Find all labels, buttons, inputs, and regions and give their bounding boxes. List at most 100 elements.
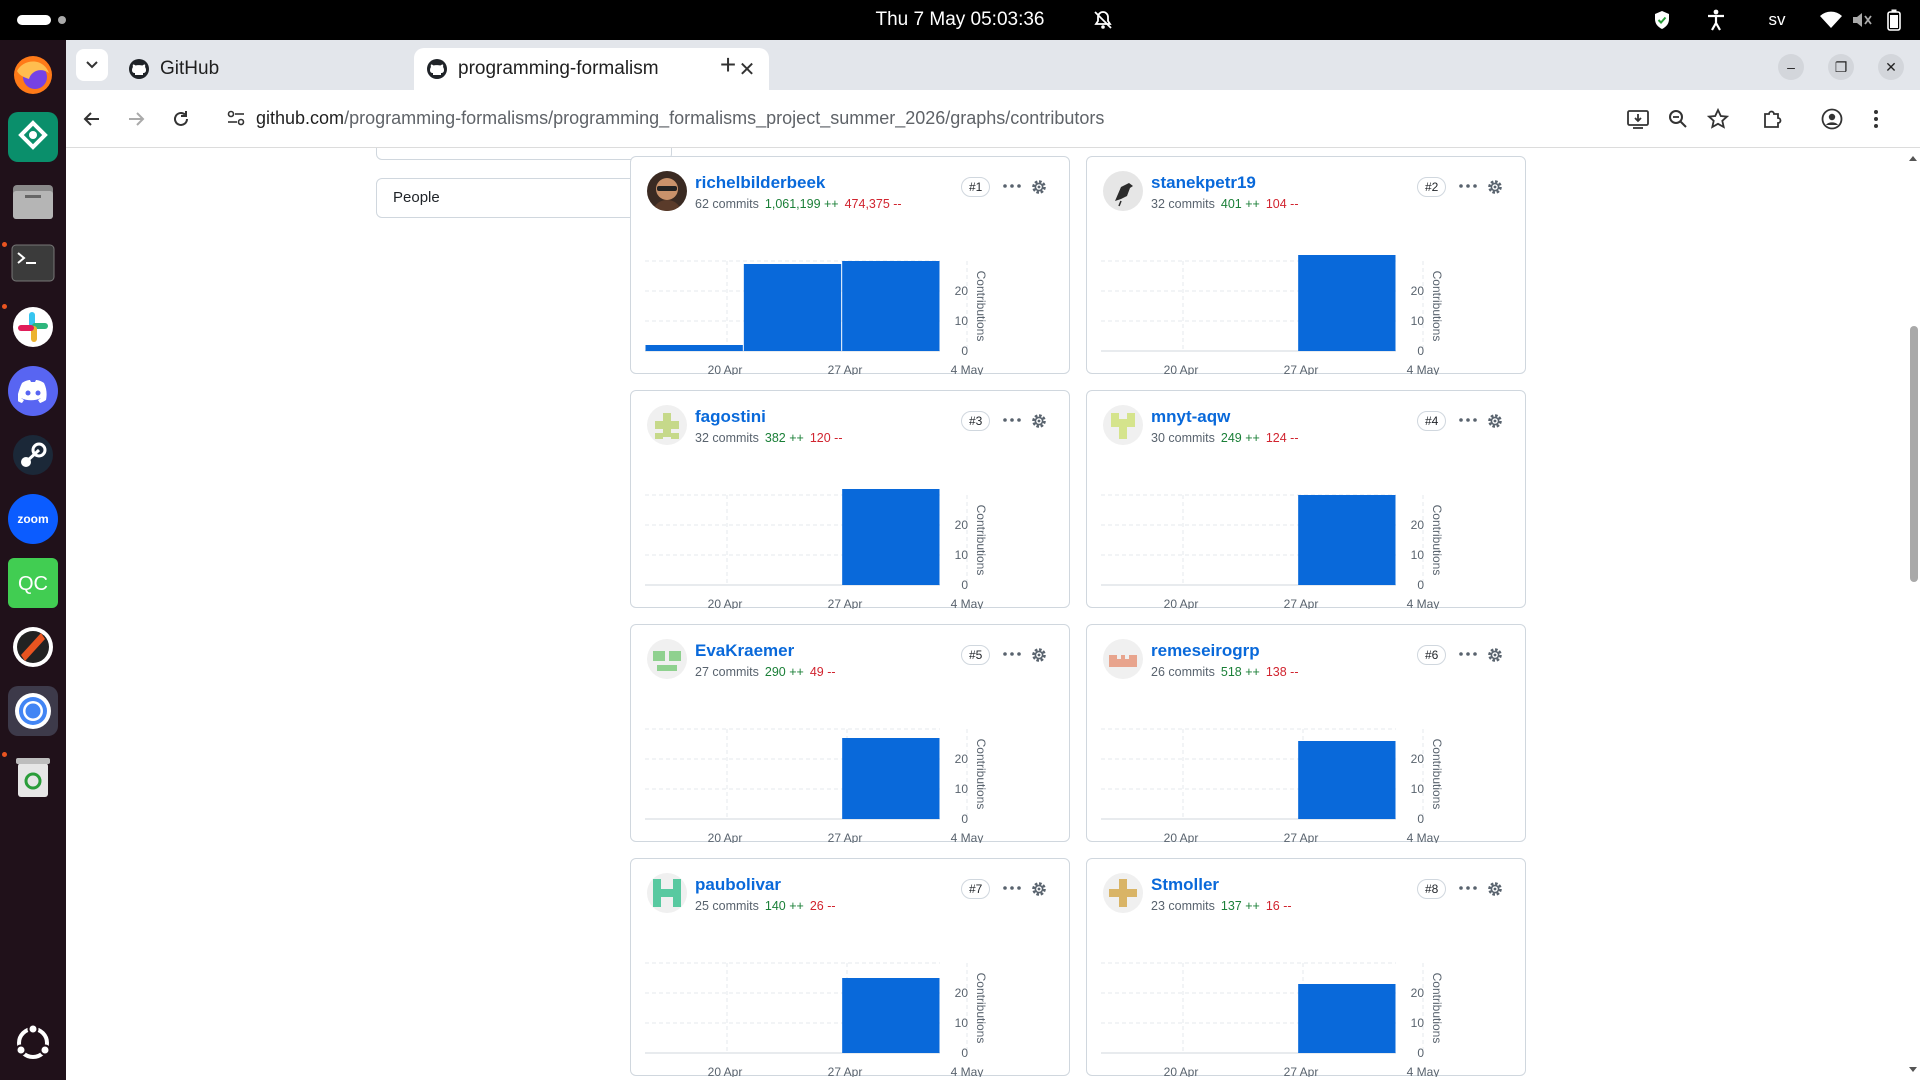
contributor-username[interactable]: richelbilderbeek	[695, 173, 825, 193]
chromium-icon[interactable]	[8, 686, 58, 736]
more-options-icon[interactable]	[999, 175, 1025, 197]
contribution-bar[interactable]	[842, 261, 940, 351]
gear-icon[interactable]	[1027, 409, 1051, 433]
steam-icon[interactable]	[8, 430, 58, 480]
gear-icon[interactable]	[1483, 175, 1507, 199]
zoom-icon[interactable]: zoom	[8, 494, 58, 544]
identicon-lime-icon[interactable]	[1103, 405, 1143, 445]
commit-count[interactable]: 23 commits	[1151, 899, 1215, 913]
qt-creator-icon[interactable]: QC	[8, 558, 58, 608]
tab-search-button[interactable]	[76, 49, 108, 81]
back-arrow-icon[interactable]	[76, 103, 108, 135]
gear-icon[interactable]	[1027, 175, 1051, 199]
close-window-icon[interactable]: ✕	[1878, 54, 1904, 80]
identicon-tan-icon[interactable]	[1103, 873, 1143, 913]
identicon-green-icon[interactable]	[647, 405, 687, 445]
gear-icon[interactable]	[1483, 877, 1507, 901]
sidebar-nav-item-partial[interactable]	[376, 148, 672, 160]
site-info-icon[interactable]	[216, 110, 256, 126]
commit-count[interactable]: 32 commits	[695, 431, 759, 445]
bird-avatar-icon[interactable]	[1103, 171, 1143, 211]
volume-muted-icon[interactable]	[1850, 8, 1874, 32]
contributor-username[interactable]: EvaKraemer	[695, 641, 794, 661]
restore-window-icon[interactable]: ❐	[1828, 54, 1854, 80]
commit-count[interactable]: 26 commits	[1151, 665, 1215, 679]
y-tick-label: 0	[961, 812, 968, 826]
contribution-bar[interactable]	[842, 978, 940, 1053]
x-tick-label: 20 Apr	[1164, 831, 1199, 843]
contribution-bar[interactable]	[645, 345, 743, 351]
accessibility-icon[interactable]	[1704, 8, 1728, 32]
more-options-icon[interactable]	[999, 643, 1025, 665]
more-options-icon[interactable]	[999, 877, 1025, 899]
more-options-icon[interactable]	[1455, 877, 1481, 899]
discord-icon[interactable]	[8, 366, 58, 416]
sidebar-item-people[interactable]: People	[376, 178, 672, 218]
system-clock[interactable]: Thu 7 May 05:03:36	[0, 0, 1920, 40]
scroll-down-icon[interactable]	[1908, 1066, 1918, 1074]
terminal-icon[interactable]	[8, 238, 58, 288]
shield-icon[interactable]	[1650, 8, 1674, 32]
contribution-bar[interactable]	[1298, 984, 1396, 1053]
minimize-window-icon[interactable]: –	[1778, 54, 1804, 80]
notifications-muted-icon[interactable]	[1092, 9, 1114, 31]
collaboration-app-icon[interactable]	[8, 112, 58, 162]
x-tick-label: 27 Apr	[828, 831, 863, 843]
x-tick-label: 27 Apr	[1284, 597, 1319, 609]
contribution-bar[interactable]	[1298, 495, 1396, 585]
page-scrollbar[interactable]	[1906, 148, 1920, 1080]
wifi-icon[interactable]	[1818, 8, 1844, 32]
more-options-icon[interactable]	[1455, 175, 1481, 197]
activities-button[interactable]	[17, 15, 51, 25]
contribution-bar[interactable]	[743, 264, 842, 351]
identicon-green2-icon[interactable]	[647, 639, 687, 679]
contributor-username[interactable]: mnyt-aqw	[1151, 407, 1230, 427]
commit-count[interactable]: 32 commits	[1151, 197, 1215, 211]
forward-arrow-icon[interactable]	[120, 103, 152, 135]
trash-icon[interactable]	[8, 752, 58, 802]
more-options-icon[interactable]	[1455, 409, 1481, 431]
show-apps-icon[interactable]	[8, 1018, 58, 1068]
profile-account-icon[interactable]	[1816, 103, 1848, 135]
extensions-puzzle-icon[interactable]	[1756, 103, 1788, 135]
gear-icon[interactable]	[1027, 643, 1051, 667]
bookmark-star-icon[interactable]	[1702, 103, 1734, 135]
commit-count[interactable]: 30 commits	[1151, 431, 1215, 445]
commit-count[interactable]: 25 commits	[695, 899, 759, 913]
more-options-icon[interactable]	[1455, 643, 1481, 665]
contribution-bar[interactable]	[842, 738, 940, 819]
contribution-bar[interactable]	[1298, 255, 1396, 351]
address-bar[interactable]: github.com/programming-formalisms/progra…	[216, 96, 1406, 140]
firefox-icon[interactable]	[8, 50, 58, 100]
photo-avatar-icon[interactable]	[647, 171, 687, 211]
battery-icon[interactable]	[1882, 8, 1906, 32]
gear-icon[interactable]	[1483, 643, 1507, 667]
inkscape-icon[interactable]	[8, 622, 58, 672]
install-app-icon[interactable]	[1622, 103, 1654, 135]
gear-icon[interactable]	[1027, 877, 1051, 901]
contributor-username[interactable]: paubolivar	[695, 875, 781, 895]
contributors-page: People richelbilderbeek 62 commits 1,061,…	[66, 148, 1906, 1080]
contributor-username[interactable]: Stmoller	[1151, 875, 1219, 895]
contributor-username[interactable]: remeseirogrp	[1151, 641, 1260, 661]
identicon-salmon-icon[interactable]	[1103, 639, 1143, 679]
browser-menu-icon[interactable]	[1860, 103, 1892, 135]
tab-github[interactable]: GitHub ✕	[116, 48, 461, 90]
files-icon[interactable]	[8, 176, 58, 226]
contribution-bar[interactable]	[842, 489, 940, 585]
zoom-icon[interactable]	[1662, 103, 1694, 135]
reload-icon[interactable]	[165, 103, 197, 135]
contribution-bar[interactable]	[1298, 741, 1396, 819]
commit-count[interactable]: 27 commits	[695, 665, 759, 679]
identicon-teal-icon[interactable]	[647, 873, 687, 913]
scrollbar-thumb[interactable]	[1910, 326, 1918, 582]
contributor-username[interactable]: stanekpetr19	[1151, 173, 1256, 193]
keyboard-language[interactable]: sv	[1760, 8, 1794, 32]
new-tab-button[interactable]: +	[712, 50, 744, 82]
more-options-icon[interactable]	[999, 409, 1025, 431]
contributor-username[interactable]: fagostini	[695, 407, 766, 427]
commit-count[interactable]: 62 commits	[695, 197, 759, 211]
scroll-up-icon[interactable]	[1908, 154, 1918, 162]
gear-icon[interactable]	[1483, 409, 1507, 433]
slack-icon[interactable]	[8, 302, 58, 352]
